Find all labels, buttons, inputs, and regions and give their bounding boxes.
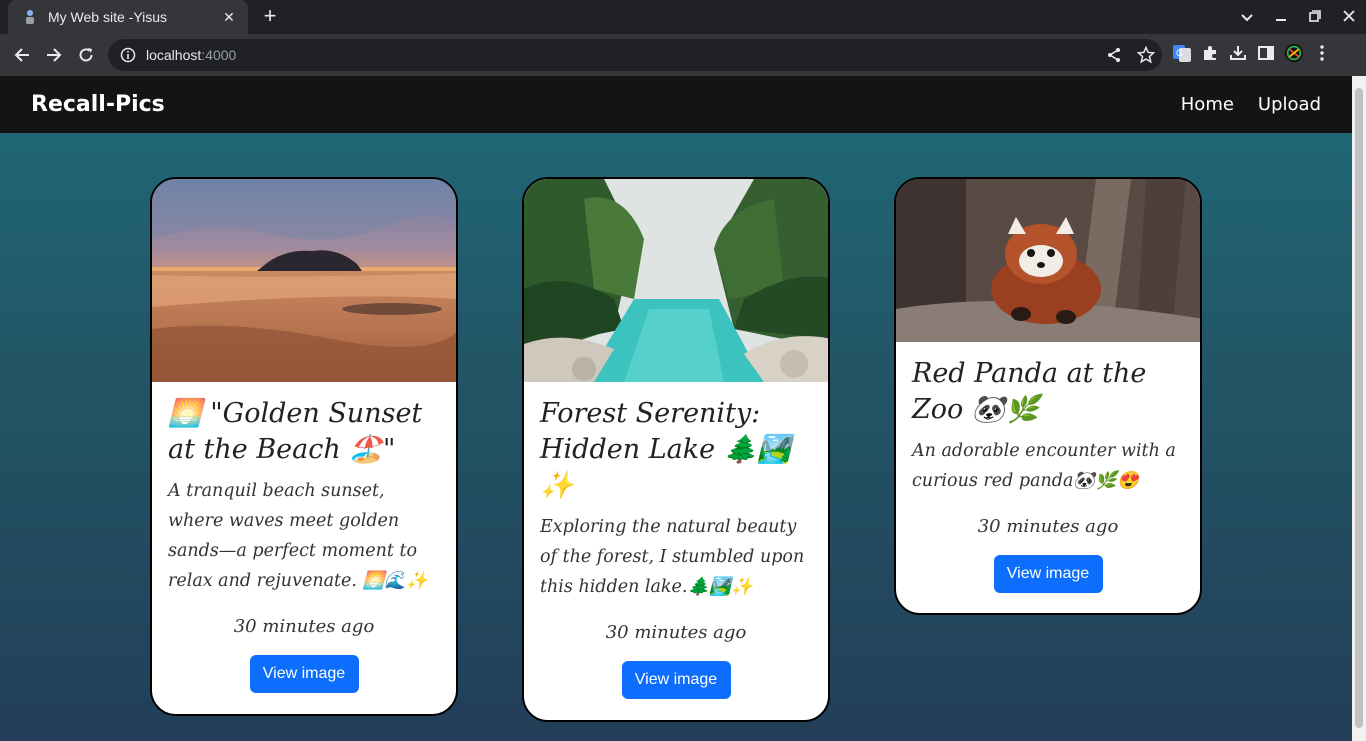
- card-image-forest-lake: [524, 179, 828, 382]
- site-navbar: Recall-Pics Home Upload: [0, 76, 1352, 133]
- download-icon[interactable]: [1228, 43, 1248, 63]
- browser-menu-icon[interactable]: [1312, 43, 1332, 63]
- card-timestamp: 30 minutes ago: [977, 516, 1119, 537]
- card-timestamp: 30 minutes ago: [605, 622, 747, 643]
- browser-tab[interactable]: My Web site -Yisus ✕: [8, 0, 248, 34]
- view-image-button[interactable]: View image: [249, 655, 359, 693]
- card-image-red-panda: [896, 179, 1200, 342]
- browser-toolbar: localhost:4000 G: [0, 34, 1366, 76]
- address-bar[interactable]: localhost:4000: [108, 39, 1162, 71]
- url-host: localhost: [146, 47, 202, 63]
- image-card: Red Panda at the Zoo 🐼🌿 An adorable enco…: [894, 177, 1202, 615]
- back-icon[interactable]: [10, 43, 34, 67]
- reload-icon[interactable]: [74, 43, 98, 67]
- card-description: An adorable encounter with a curious red…: [912, 441, 1176, 491]
- card-description: Exploring the natural beauty of the fore…: [540, 517, 805, 597]
- svg-text:G: G: [1176, 48, 1183, 58]
- share-icon[interactable]: [1104, 45, 1124, 65]
- minimize-icon[interactable]: [1264, 9, 1298, 25]
- nav-upload-link[interactable]: Upload: [1258, 94, 1321, 115]
- restore-icon[interactable]: [1298, 9, 1332, 25]
- page-scrollbar[interactable]: [1352, 76, 1366, 741]
- close-tab-icon[interactable]: ✕: [220, 9, 238, 26]
- site-brand[interactable]: Recall-Pics: [31, 92, 1181, 117]
- card-title: Red Panda at the Zoo 🐼🌿: [912, 358, 1147, 425]
- extensions-area: G: [1172, 43, 1332, 63]
- view-image-button[interactable]: View image: [993, 555, 1103, 593]
- site-favicon-icon: [22, 9, 38, 25]
- browser-tabstrip: My Web site -Yisus ✕ +: [0, 0, 1366, 34]
- profile-avatar-icon[interactable]: [1284, 43, 1304, 63]
- url-port: :4000: [201, 47, 237, 63]
- site-info-icon[interactable]: [120, 47, 136, 63]
- card-title: Forest Serenity: Hidden Lake 🌲🏞️✨: [540, 398, 791, 501]
- window-controls: [1230, 0, 1366, 34]
- card-description: A tranquil beach sunset, where waves mee…: [168, 481, 428, 591]
- view-image-button[interactable]: View image: [621, 661, 731, 699]
- site-nav: Home Upload: [1181, 94, 1321, 115]
- bookmark-star-icon[interactable]: [1136, 45, 1156, 65]
- image-card: 🌅 "Golden Sunset at the Beach 🏖️" A tran…: [150, 177, 458, 716]
- image-card: Forest Serenity: Hidden Lake 🌲🏞️✨ Explor…: [522, 177, 830, 722]
- card-timestamp: 30 minutes ago: [233, 616, 375, 637]
- tab-title: My Web site -Yisus: [48, 9, 168, 25]
- page-viewport: Recall-Pics Home Upload 🌅 "Golden Sunset…: [0, 76, 1352, 741]
- card-image-sunset: [152, 179, 456, 382]
- extensions-puzzle-icon[interactable]: [1200, 43, 1220, 63]
- translate-icon[interactable]: G: [1172, 43, 1192, 63]
- card-title: 🌅 "Golden Sunset at the Beach 🏖️": [168, 398, 423, 465]
- tab-search-icon[interactable]: [1230, 9, 1264, 25]
- forward-icon[interactable]: [42, 43, 66, 67]
- side-panel-icon[interactable]: [1256, 43, 1276, 63]
- scrollbar-thumb[interactable]: [1355, 88, 1363, 728]
- new-tab-icon[interactable]: +: [258, 5, 282, 29]
- nav-home-link[interactable]: Home: [1181, 94, 1234, 115]
- close-window-icon[interactable]: [1332, 9, 1366, 25]
